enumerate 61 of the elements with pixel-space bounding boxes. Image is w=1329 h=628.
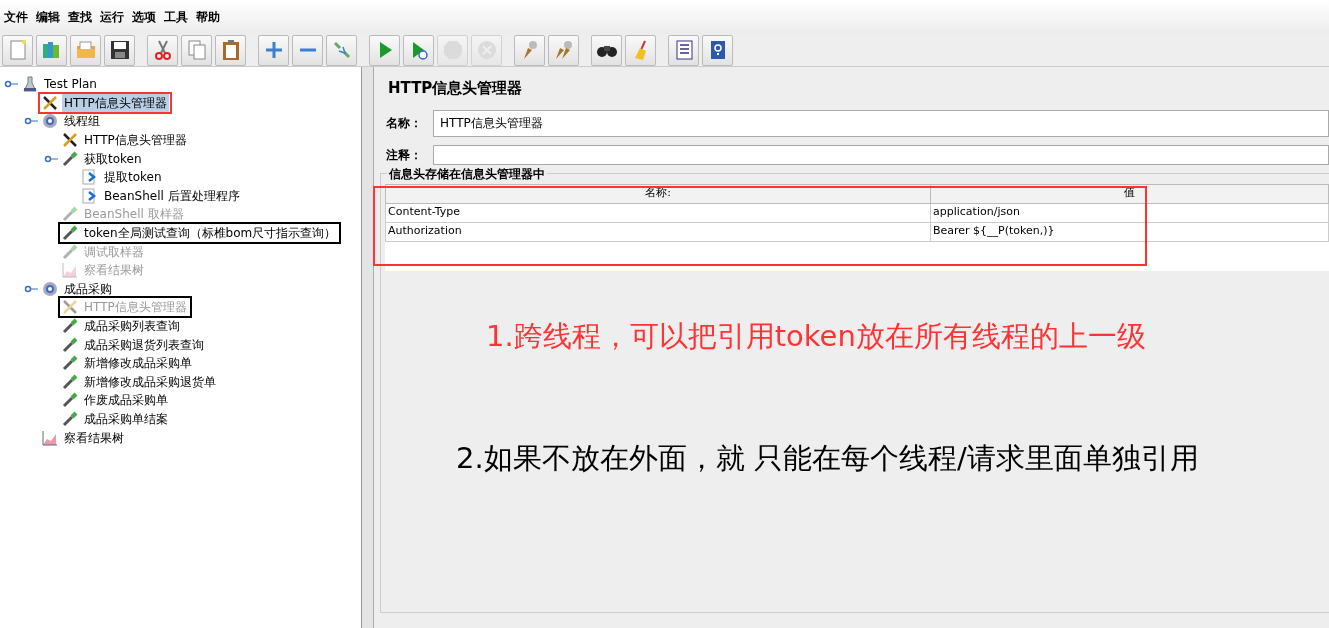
annotation-text: 2.如果不放在外面，就 只能在每个线程/请求里面单独引用: [456, 440, 1199, 477]
menu-item[interactable]: 编辑: [34, 8, 66, 26]
pipette-icon: [61, 335, 79, 354]
toolbar-button[interactable]: [702, 34, 733, 66]
expanded-handle-icon[interactable]: [44, 153, 58, 164]
chart-icon: [41, 428, 59, 447]
tree-item[interactable]: 察看结果树: [62, 428, 126, 447]
input-field[interactable]: [433, 144, 1329, 165]
tree-item[interactable]: 新增修改成品采购退货单: [82, 372, 218, 391]
pipette-icon: [61, 205, 79, 224]
menu-item[interactable]: 运行: [98, 8, 130, 26]
field-label: 名称：: [386, 115, 423, 132]
menu-item[interactable]: 文件: [2, 8, 34, 26]
pipette-icon: [61, 391, 79, 410]
tree-item[interactable]: Test Plan: [42, 75, 99, 94]
tree-item[interactable]: 新增修改成品采购单: [82, 354, 194, 373]
toolbar-button[interactable]: [104, 34, 135, 66]
pipette-icon: [61, 372, 79, 391]
table-cell: Authorization: [385, 222, 931, 241]
gear-icon: [41, 279, 59, 298]
tree-item[interactable]: 提取token: [102, 168, 164, 187]
tree-item[interactable]: 成品采购列表查询: [82, 317, 182, 335]
menu-item[interactable]: 工具: [162, 8, 194, 26]
tree-item[interactable]: 作废成品采购单: [82, 391, 170, 410]
minus-icon: [299, 48, 316, 52]
pipette-icon: [61, 317, 79, 335]
tree-item[interactable]: 成品采购: [62, 279, 114, 298]
expanded-handle-icon[interactable]: [4, 79, 18, 90]
chart-icon: [61, 261, 79, 280]
pipette-icon: [61, 224, 79, 243]
expanded-handle-icon[interactable]: [24, 116, 38, 127]
wrench-icon: [41, 93, 59, 112]
broom-icon: [634, 39, 647, 61]
annotation-text: 1.跨线程，可以把引用token放在所有线程的上一级: [486, 318, 1146, 355]
field-label: 注释：: [386, 146, 423, 164]
pipette-icon: [61, 149, 79, 168]
toolbar-button[interactable]: [591, 34, 622, 66]
panel-title: HTTP信息头管理器: [388, 78, 524, 99]
table-cell: application/json: [930, 203, 1329, 222]
tree-item[interactable]: 线程组: [62, 112, 102, 131]
group-title: 信息头存储在信息头管理器中: [387, 164, 547, 183]
menu-item[interactable]: 查找: [66, 8, 98, 26]
table-cell: Bearer ${__P(token,)}: [930, 222, 1329, 241]
tree-item[interactable]: HTTP信息头管理器: [82, 131, 189, 150]
tree-item[interactable]: HTTP信息头管理器: [62, 93, 169, 112]
gear-icon: [41, 112, 59, 131]
menu-item[interactable]: 帮助: [194, 8, 226, 26]
pipette-icon: [61, 354, 79, 373]
menu-item[interactable]: 选项: [130, 8, 162, 26]
flask-icon: [21, 75, 39, 94]
table-cell: Content-Type: [385, 203, 931, 222]
tree-item[interactable]: BeanShell 后置处理程序: [102, 186, 242, 205]
tree-item[interactable]: 成品采购退货列表查询: [82, 335, 206, 354]
tree-item[interactable]: 获取token: [82, 149, 144, 168]
tree-item[interactable]: 成品采购单结案: [82, 410, 170, 428]
pipette-icon: [61, 242, 79, 261]
column-header[interactable]: 值: [930, 184, 1329, 203]
pipette-icon: [61, 410, 79, 428]
tree-item[interactable]: token全局测试查询（标椎bom尺寸指示查询）: [82, 224, 339, 243]
input-field[interactable]: HTTP信息头管理器: [433, 109, 1329, 137]
expanded-handle-icon[interactable]: [24, 283, 38, 294]
